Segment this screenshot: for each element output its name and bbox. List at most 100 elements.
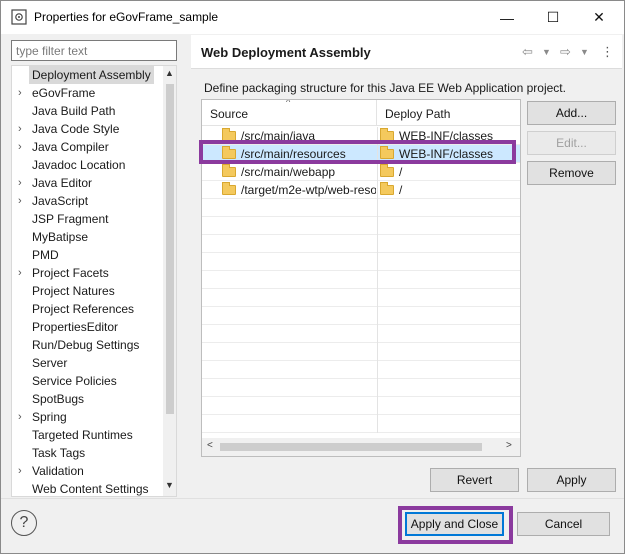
tree-item[interactable]: Javadoc Location xyxy=(12,156,162,174)
remove-button[interactable]: Remove xyxy=(527,161,616,185)
tree-item-label: JSP Fragment xyxy=(32,212,109,226)
window-title: Properties for eGovFrame_sample xyxy=(34,10,219,24)
tree-item-label: Java Build Path xyxy=(32,104,116,118)
tree-item-label: Task Tags xyxy=(32,446,86,460)
chevron-right-icon[interactable]: › xyxy=(18,264,28,282)
table-horizontal-scrollbar[interactable]: < > xyxy=(202,438,520,456)
table-row[interactable]: /src/main/resources WEB-INF/classes xyxy=(202,145,520,163)
tree-item[interactable]: JSP Fragment xyxy=(12,210,162,228)
source-cell: /src/main/webapp xyxy=(222,163,376,181)
column-separator xyxy=(377,181,378,199)
add-button[interactable]: Add... xyxy=(527,101,616,125)
view-menu-icon[interactable]: ⋮ xyxy=(601,44,614,60)
column-separator xyxy=(377,307,378,325)
column-header-label: Deploy Path xyxy=(385,107,451,121)
column-separator xyxy=(377,343,378,361)
column-separator xyxy=(377,235,378,253)
column-separator xyxy=(377,253,378,271)
chevron-right-icon[interactable]: › xyxy=(18,138,28,156)
forward-dropdown-icon[interactable]: ▼ xyxy=(580,47,589,57)
scroll-up-icon[interactable]: ▲ xyxy=(165,68,174,78)
tree-item-label: Run/Debug Settings xyxy=(32,338,140,352)
back-dropdown-icon[interactable]: ▼ xyxy=(542,47,551,57)
column-separator xyxy=(377,271,378,289)
table-row-empty xyxy=(202,235,520,253)
source-cell: /src/main/java xyxy=(222,127,376,145)
tree-scrollbar[interactable]: ▲ ▼ xyxy=(163,66,176,496)
deploy-cell: WEB-INF/classes xyxy=(380,145,520,163)
tree-item[interactable]: › Java Compiler xyxy=(12,138,162,156)
tree-item[interactable]: Web Content Settings xyxy=(12,480,162,496)
tree-item[interactable]: › Project Facets xyxy=(12,264,162,282)
table-row-empty xyxy=(202,199,520,217)
tree-item[interactable]: Task Tags xyxy=(12,444,162,462)
tree-item[interactable]: › Validation xyxy=(12,462,162,480)
page-description: Define packaging structure for this Java… xyxy=(204,81,566,95)
revert-button[interactable]: Revert xyxy=(430,468,519,492)
tree-item[interactable]: PMD xyxy=(12,246,162,264)
maximize-button[interactable]: ☐ xyxy=(530,1,576,34)
chevron-right-icon[interactable]: › xyxy=(18,408,28,426)
assembly-table: ^ Source Deploy Path /src/main/java WEB-I… xyxy=(201,99,521,457)
help-icon[interactable]: ? xyxy=(11,510,37,536)
source-cell: /target/m2e-wtp/web-resources xyxy=(222,181,376,199)
tree-item[interactable]: Service Policies xyxy=(12,372,162,390)
column-separator xyxy=(377,397,378,415)
apply-and-close-button[interactable]: Apply and Close xyxy=(405,512,504,536)
cancel-button[interactable]: Cancel xyxy=(517,512,610,536)
column-header-source[interactable]: ^ Source xyxy=(202,100,377,126)
tree-item[interactable]: Java Build Path xyxy=(12,102,162,120)
tree-item[interactable]: › JavaScript xyxy=(12,192,162,210)
deploy-cell: WEB-INF/classes xyxy=(380,127,520,145)
minimize-button[interactable]: — xyxy=(484,1,530,34)
folder-icon xyxy=(222,128,236,141)
page-header: Web Deployment Assembly ⇦ ▼ ⇨ ▼ ⋮ xyxy=(191,35,622,69)
chevron-right-icon[interactable]: › xyxy=(18,84,28,102)
scroll-left-icon[interactable]: < xyxy=(207,440,213,451)
scroll-down-icon[interactable]: ▼ xyxy=(165,480,174,490)
chevron-right-icon[interactable]: › xyxy=(18,192,28,210)
tree-item[interactable]: › eGovFrame xyxy=(12,84,162,102)
tree-item-label: eGovFrame xyxy=(32,86,96,100)
properties-dialog: Properties for eGovFrame_sample — ☐ ✕ De… xyxy=(0,0,625,554)
chevron-right-icon[interactable]: › xyxy=(18,120,28,138)
folder-icon xyxy=(380,146,394,159)
tree-item[interactable]: Targeted Runtimes xyxy=(12,426,162,444)
scroll-thumb[interactable] xyxy=(166,84,174,414)
tree-item[interactable]: › Spring xyxy=(12,408,162,426)
scroll-thumb[interactable] xyxy=(220,443,482,451)
table-row[interactable]: /target/m2e-wtp/web-resources / xyxy=(202,181,520,199)
chevron-right-icon[interactable]: › xyxy=(18,174,28,192)
column-header-deploy-path[interactable]: Deploy Path xyxy=(377,100,520,126)
table-row[interactable]: /src/main/java WEB-INF/classes xyxy=(202,127,520,145)
apply-button[interactable]: Apply xyxy=(527,468,616,492)
tree-item[interactable]: › Java Editor xyxy=(12,174,162,192)
tree-item[interactable]: Project References xyxy=(12,300,162,318)
tree-item[interactable]: Deployment Assembly xyxy=(12,66,162,84)
source-path: /src/main/resources xyxy=(241,147,346,161)
close-button[interactable]: ✕ xyxy=(576,1,622,34)
page-title: Web Deployment Assembly xyxy=(201,45,371,60)
table-row-empty xyxy=(202,361,520,379)
scroll-right-icon[interactable]: > xyxy=(506,440,512,451)
tree-item[interactable]: › Java Code Style xyxy=(12,120,162,138)
chevron-right-icon[interactable]: › xyxy=(18,462,28,480)
tree-item[interactable]: Server xyxy=(12,354,162,372)
folder-icon xyxy=(222,146,236,159)
tree-item-label: Service Policies xyxy=(32,374,117,388)
edit-button[interactable]: Edit... xyxy=(527,131,616,155)
tree-item-label: SpotBugs xyxy=(32,392,85,406)
tree-item[interactable]: Run/Debug Settings xyxy=(12,336,162,354)
deploy-cell: / xyxy=(380,163,520,181)
forward-arrow-icon[interactable]: ⇨ xyxy=(560,44,571,60)
back-arrow-icon[interactable]: ⇦ xyxy=(522,44,533,60)
tree-item[interactable]: PropertiesEditor xyxy=(12,318,162,336)
tree-item[interactable]: SpotBugs xyxy=(12,390,162,408)
folder-icon xyxy=(222,182,236,195)
tree-item[interactable]: Project Natures xyxy=(12,282,162,300)
table-row[interactable]: /src/main/webapp / xyxy=(202,163,520,181)
filter-input[interactable] xyxy=(11,40,177,61)
tree-item[interactable]: MyBatipse xyxy=(12,228,162,246)
table-row-empty xyxy=(202,325,520,343)
folder-icon xyxy=(380,128,394,141)
